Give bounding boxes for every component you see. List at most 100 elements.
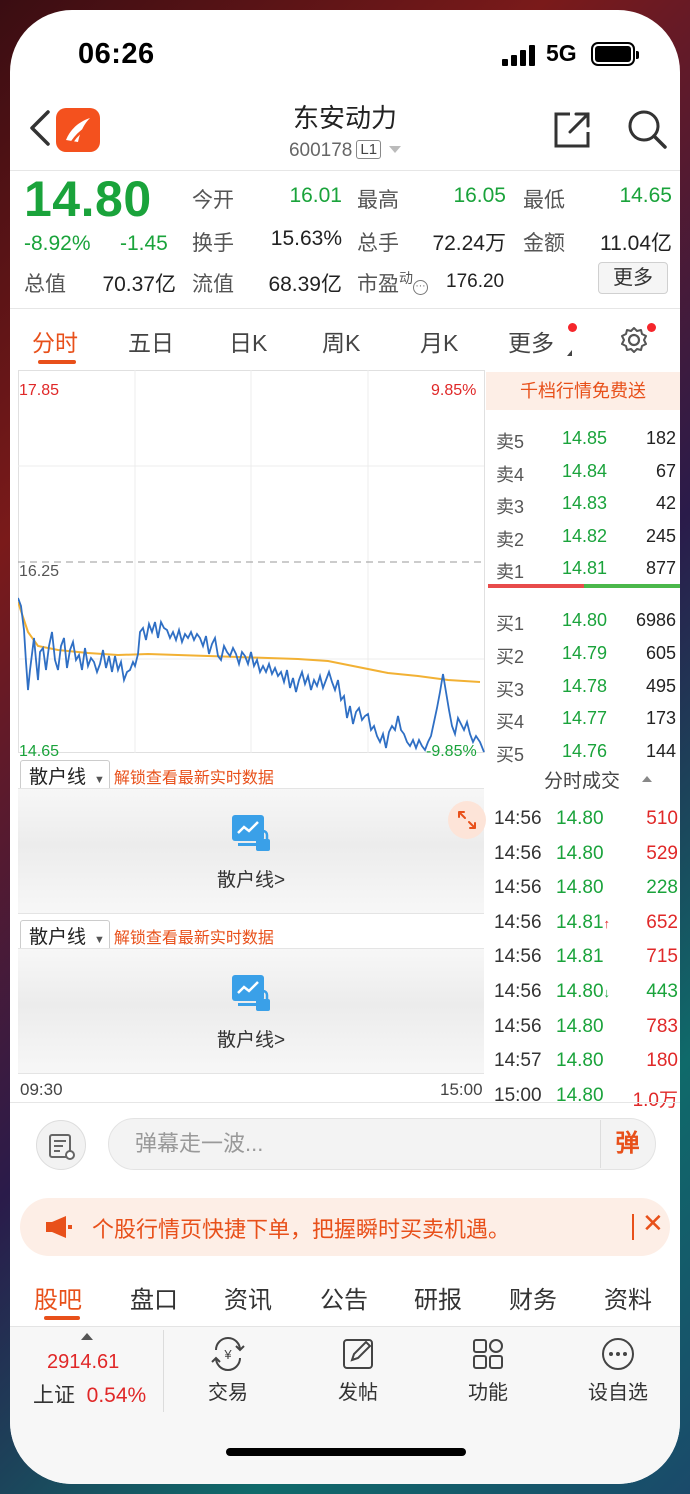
- ticks-title[interactable]: 分时成交: [544, 766, 620, 793]
- sub-panel-header: 散户线 ▼ 解锁查看最新实时数据: [20, 760, 274, 791]
- order-depth-banner[interactable]: 千档行情免费送: [486, 372, 680, 410]
- notice-banner[interactable]: 个股行情页快捷下单，把握瞬时买卖机遇。 ✕: [20, 1198, 670, 1256]
- more-quote-button[interactable]: 更多: [598, 262, 668, 294]
- bid-row[interactable]: 买2 14.79 605: [496, 643, 676, 675]
- divider: [632, 1214, 634, 1240]
- ask-volume: 877: [645, 558, 676, 578]
- phone-screen: 06:26 5G 东安动力 600178 L1 14.80 -8.92% -1.4…: [10, 10, 680, 1484]
- locked-panel-link[interactable]: 散户线>: [18, 1025, 484, 1052]
- tab-profile[interactable]: 资料: [604, 1280, 652, 1315]
- trade-icon: ¥: [211, 1337, 245, 1371]
- unlock-link[interactable]: 解锁查看最新实时数据: [114, 930, 274, 947]
- quote-volume-value: 72.24万: [432, 232, 506, 255]
- bid-row[interactable]: 买3 14.78 495: [496, 676, 676, 708]
- tab-finance[interactable]: 财务: [509, 1280, 557, 1315]
- indicator-select[interactable]: 散户线 ▼: [20, 760, 110, 791]
- bid-label: 买3: [496, 679, 525, 700]
- svg-text:¥: ¥: [223, 1347, 232, 1362]
- tick-price: 14.80: [556, 877, 604, 899]
- bid-volume: 6986: [635, 610, 676, 630]
- nav-post[interactable]: 发帖: [308, 1336, 408, 1406]
- tick-row: 14:56 14.80↓ 443: [494, 981, 678, 1015]
- tick-time: 14:56: [494, 808, 542, 829]
- danmu-settings-icon[interactable]: [36, 1120, 86, 1170]
- quote-pe: 市盈动⋯: [357, 268, 428, 298]
- sort-up-icon: [642, 776, 652, 782]
- tab-day-k[interactable]: 日K: [229, 324, 267, 358]
- ask-row[interactable]: 卖2 14.82 245: [496, 526, 676, 558]
- locked-chart-icon: [232, 975, 270, 1011]
- index-ticker[interactable]: 上证 0.54%: [33, 1379, 146, 1409]
- quote-low-value: 14.65: [619, 184, 672, 207]
- bid-price: 14.80: [562, 610, 608, 630]
- expand-icon[interactable]: [448, 801, 486, 839]
- share-icon[interactable]: [552, 110, 592, 150]
- tick-time: 14:56: [494, 842, 542, 864]
- tab-more[interactable]: 更多: [508, 324, 554, 358]
- danmu-send-button[interactable]: 弹: [600, 1120, 654, 1168]
- stock-code: 600178: [288, 140, 353, 161]
- tab-research[interactable]: 研报: [414, 1280, 462, 1315]
- tick-price: 14.80: [556, 842, 604, 864]
- home-indicator[interactable]: [226, 1448, 466, 1456]
- expand-up-icon[interactable]: [81, 1333, 93, 1340]
- more-icon: [602, 1338, 634, 1370]
- indicator-select[interactable]: 散户线 ▼: [20, 920, 110, 951]
- ask-price: 14.84: [562, 460, 608, 481]
- back-icon[interactable]: [26, 108, 56, 148]
- quote-float-cap: 流值: [192, 273, 234, 296]
- tab-handicap[interactable]: 盘口: [130, 1280, 178, 1315]
- locked-chart-icon: [232, 815, 270, 851]
- stock-code-row[interactable]: 600178 L1: [210, 140, 480, 162]
- nav-trade[interactable]: ¥ 交易: [178, 1336, 278, 1406]
- danmu-input[interactable]: 弹幕走一波...: [108, 1118, 656, 1170]
- ask-row[interactable]: 卖4 14.84 67: [496, 461, 676, 493]
- tab-announcement[interactable]: 公告: [320, 1280, 368, 1315]
- ask-row[interactable]: 卖5 14.85 182: [496, 428, 676, 460]
- bid-row[interactable]: 买1 14.80 6986: [496, 610, 676, 642]
- info-icon: ⋯: [413, 280, 428, 295]
- tab-intraday[interactable]: 分时: [32, 324, 78, 358]
- tick-row: 14:56 14.80 510: [494, 808, 678, 842]
- ask-ratio-bar: [488, 584, 584, 588]
- tab-news[interactable]: 资讯: [224, 1280, 272, 1315]
- close-icon[interactable]: ✕: [642, 1208, 664, 1239]
- tab-week-k[interactable]: 周K: [322, 324, 360, 358]
- nav-apps[interactable]: 功能: [438, 1336, 538, 1406]
- ask-volume: 67: [655, 460, 676, 481]
- settings-icon[interactable]: [620, 326, 648, 354]
- locked-panel[interactable]: 散户线>: [18, 788, 486, 914]
- bid-row[interactable]: 买4 14.77 173: [496, 708, 676, 740]
- quote-market-cap-value: 70.37亿: [102, 273, 176, 296]
- locked-panel-link[interactable]: 散户线>: [18, 865, 484, 892]
- tick-direction-icon: ↓: [603, 985, 611, 1000]
- tab-month-k[interactable]: 月K: [420, 324, 458, 358]
- ask-row[interactable]: 卖3 14.83 42: [496, 493, 676, 525]
- locked-panel[interactable]: 散户线>: [18, 948, 484, 1074]
- index-value: 2914.61: [47, 1351, 120, 1373]
- tab-forum[interactable]: 股吧: [34, 1280, 82, 1315]
- nav-add-watchlist[interactable]: 设自选: [568, 1336, 668, 1406]
- intraday-chart[interactable]: [18, 370, 488, 755]
- apps-icon: [473, 1339, 503, 1369]
- quote-market-cap: 总值: [24, 273, 66, 296]
- tick-price: 14.80↓: [556, 981, 611, 1002]
- tick-price: 14.81: [556, 946, 604, 968]
- search-icon[interactable]: [626, 108, 668, 150]
- post-icon: [343, 1339, 373, 1369]
- chart-low-price: 14.65: [19, 743, 60, 760]
- bid-label: 买5: [496, 745, 525, 766]
- quote-open: 今开: [192, 189, 234, 212]
- bid-volume: 605: [645, 642, 676, 663]
- divider: [10, 308, 680, 309]
- ask-volume: 42: [655, 493, 676, 513]
- chart-high-price: 17.85: [19, 382, 60, 399]
- ask-price: 14.85: [562, 428, 608, 448]
- tick-row: 14:57 14.80 180: [494, 1050, 678, 1084]
- tick-volume: 510: [646, 808, 678, 829]
- tick-volume: 1.0万: [632, 1089, 678, 1111]
- ask-label: 卖3: [496, 497, 525, 517]
- tick-row: 14:56 14.80 783: [494, 1016, 678, 1050]
- tab-five-day[interactable]: 五日: [128, 324, 174, 358]
- unlock-link[interactable]: 解锁查看最新实时数据: [114, 770, 274, 787]
